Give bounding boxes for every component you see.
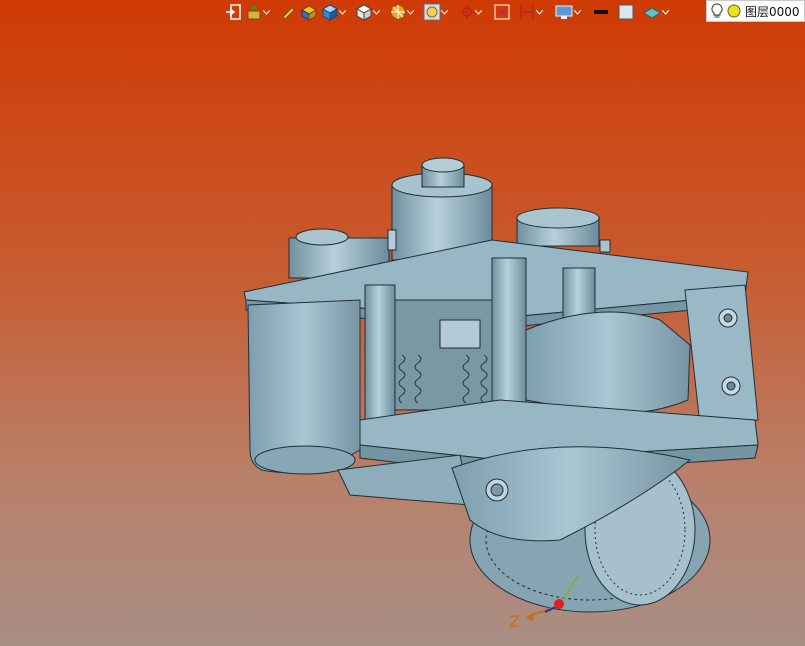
line-color-button[interactable] <box>592 1 610 23</box>
sketch-button[interactable] <box>279 1 297 23</box>
chevron-down-icon[interactable] <box>536 1 543 23</box>
display-button[interactable] <box>554 1 581 23</box>
box-yellow-icon <box>300 5 318 21</box>
view-toolbar <box>224 0 672 24</box>
cube-blue-icon <box>321 4 339 21</box>
yellow-circle-icon[interactable] <box>726 3 742 19</box>
crop-button[interactable] <box>493 1 511 23</box>
chevron-down-icon[interactable] <box>475 1 482 23</box>
extrude-button[interactable] <box>300 1 318 23</box>
section-button[interactable] <box>389 1 414 23</box>
chevron-down-icon[interactable] <box>574 1 581 23</box>
view-cube-button[interactable] <box>355 1 380 23</box>
dimension-button[interactable] <box>518 1 543 23</box>
exit-button[interactable] <box>224 1 242 23</box>
chevron-down-icon[interactable] <box>662 1 669 23</box>
dimension-icon <box>520 5 534 19</box>
layer-name: 图层0000 <box>745 4 800 19</box>
snap-button[interactable] <box>459 1 482 23</box>
exit-icon <box>226 4 241 20</box>
display-icon <box>555 5 573 19</box>
snap-icon <box>460 5 474 19</box>
appearance-icon <box>423 3 441 21</box>
fill-color-swatch <box>618 4 634 20</box>
section-disc-icon <box>390 4 406 20</box>
render-mode-icon <box>247 6 261 20</box>
chevron-down-icon[interactable] <box>339 1 346 23</box>
surface-button[interactable] <box>642 1 669 23</box>
appearance-button[interactable] <box>423 1 448 23</box>
cube-white-icon <box>355 4 373 21</box>
pen-icon <box>282 7 295 20</box>
cad-assembly-model[interactable] <box>0 0 805 646</box>
line-color-swatch <box>594 10 608 14</box>
chevron-down-icon[interactable] <box>407 1 414 23</box>
chevron-down-icon[interactable] <box>263 1 270 23</box>
3d-viewport[interactable]: Z 图层0000 <box>0 0 805 646</box>
surface-icon <box>643 7 661 19</box>
chevron-down-icon[interactable] <box>373 1 380 23</box>
crop-icon <box>494 4 510 20</box>
light-bulb-icon[interactable] <box>711 3 723 19</box>
chevron-down-icon[interactable] <box>441 1 448 23</box>
render-mode-button[interactable] <box>245 1 270 23</box>
layer-selector[interactable]: 图层0000 <box>706 0 805 22</box>
fill-color-button[interactable] <box>617 1 635 23</box>
solid-button[interactable] <box>321 1 346 23</box>
model-geometry <box>243 157 759 613</box>
